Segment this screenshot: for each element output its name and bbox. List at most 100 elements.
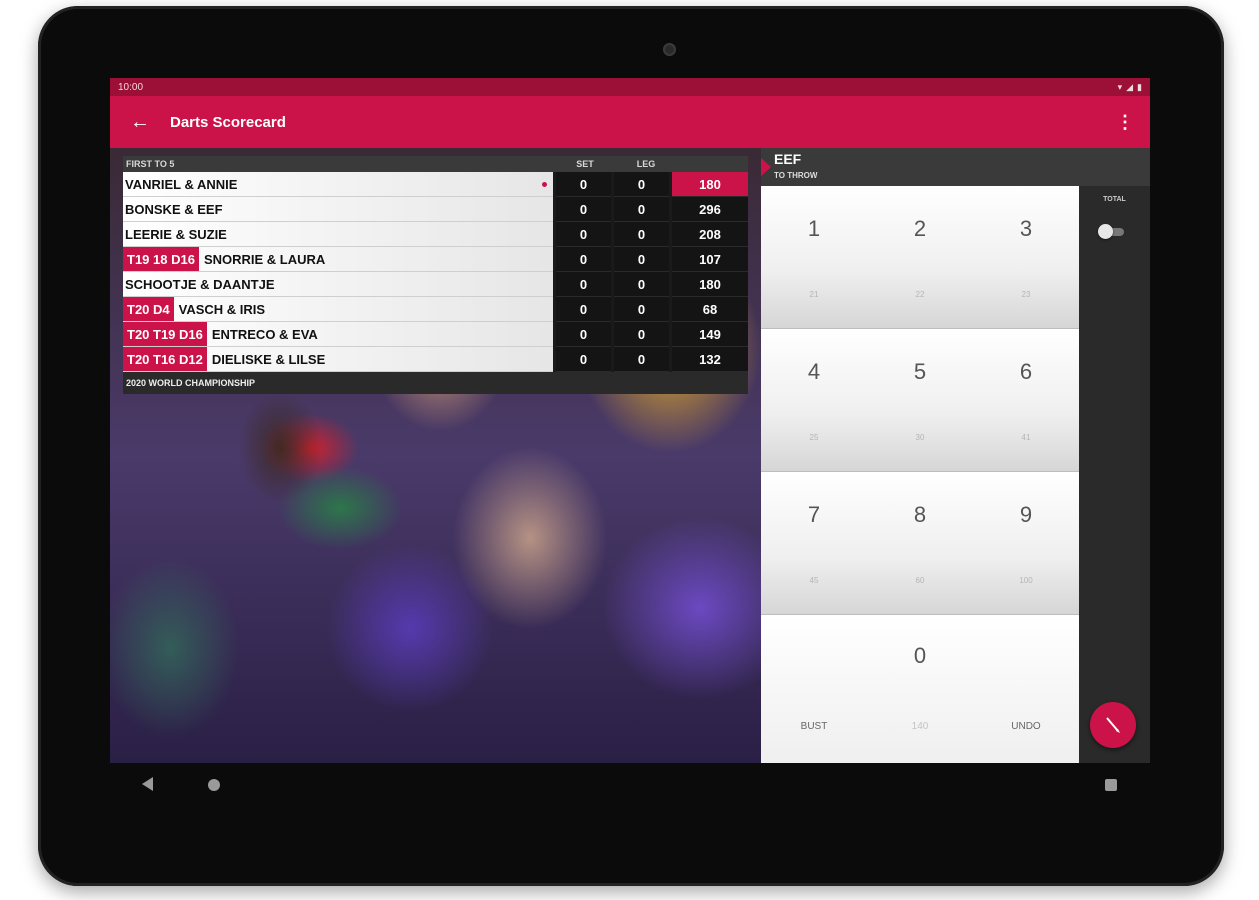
key-alt-number: 41 (1021, 433, 1031, 442)
status-icons: ▾ ◢ ▮ (1118, 82, 1142, 93)
key-alt-number: 45 (809, 576, 819, 585)
player-row[interactable]: VANRIEL & ANNIE 0 0 180 (123, 172, 748, 197)
nav-back-icon[interactable] (142, 777, 153, 791)
key-number: 7 (807, 502, 821, 527)
player-name: VASCH & IRIS (178, 301, 266, 317)
arrow-left-icon[interactable]: ← (110, 111, 170, 134)
player-row[interactable]: T20 D4 VASCH & IRIS 0 0 68 (123, 297, 748, 322)
key-alt-number: 25 (809, 433, 819, 442)
key-alt-number: 60 (915, 576, 925, 585)
key-alt-number: 100 (1019, 576, 1033, 585)
player-name: ENTRECO & EVA (211, 326, 318, 342)
player-row[interactable]: SCHOOTJE & DAANTJE 0 0 180 (123, 272, 748, 297)
player-row[interactable]: BONSKE & EEF 0 0 296 (123, 197, 748, 222)
player-score: 149 (672, 322, 748, 347)
key-number: 9 (1019, 502, 1033, 527)
app-bar: ← Darts Scorecard ⋮ (110, 96, 1150, 148)
checkout-hint: T20 D4 (123, 297, 174, 321)
signal-icon: ◢ (1126, 81, 1134, 92)
player-name: SNORRIE & LAURA (203, 251, 326, 267)
status-time: 10:00 (118, 81, 144, 93)
leg-column-header: LEG (636, 159, 656, 169)
checkout-hint: T19 18 D16 (123, 247, 199, 271)
keypad-sidebar: TOTAL (1079, 186, 1150, 763)
player-name: BONSKE & EEF (125, 201, 223, 217)
key-1[interactable]: 1 21 (761, 186, 867, 328)
player-row[interactable]: T20 T16 D12 DIELISKE & LILSE 0 0 132 (123, 347, 748, 372)
key-0[interactable]: 0 (761, 643, 1079, 669)
system-nav-bar (110, 763, 1150, 811)
key-140[interactable]: 140 (867, 721, 973, 732)
key-7[interactable]: 7 45 (761, 472, 867, 614)
player-score: 180 (672, 172, 748, 197)
player-leg: 0 (614, 197, 669, 222)
player-name-cell: SCHOOTJE & DAANTJE (123, 272, 553, 297)
status-bar: 10:00 ▾ ◢ ▮ (110, 78, 1150, 96)
player-score: 68 (672, 297, 748, 322)
player-leg: 0 (614, 347, 669, 372)
player-set: 0 (556, 347, 611, 372)
key-8[interactable]: 8 60 (867, 472, 973, 614)
toggle-thumb (1098, 224, 1113, 239)
score-keypad: 1 21 2 22 3 23 4 25 5 30 6 41 7 45 8 60 9 100 0 BUST 140 … (761, 186, 1079, 763)
player-leg: 0 (614, 222, 669, 247)
player-name-cell: LEERIE & SUZIE (123, 222, 553, 247)
key-2[interactable]: 2 22 (867, 186, 973, 328)
key-3[interactable]: 3 23 (973, 186, 1079, 328)
player-leg: 0 (614, 247, 669, 272)
first-to-label: FIRST TO 5 (126, 159, 175, 169)
player-row[interactable]: LEERIE & SUZIE 0 0 208 (123, 222, 748, 247)
undo-button[interactable]: UNDO (973, 721, 1079, 732)
player-set: 0 (556, 247, 611, 272)
set-column-header: SET (576, 159, 594, 169)
player-row[interactable]: T19 18 D16 SNORRIE & LAURA 0 0 107 (123, 247, 748, 272)
player-name: SCHOOTJE & DAANTJE (125, 276, 275, 292)
checkout-hint: T20 T16 D12 (123, 347, 207, 371)
player-score: 132 (672, 347, 748, 372)
key-number: 3 (1019, 216, 1033, 241)
nav-recents-icon[interactable] (1105, 779, 1117, 791)
key-number: 6 (1019, 359, 1033, 384)
scoreboard-header: FIRST TO 5 SET LEG (123, 156, 748, 172)
bust-button[interactable]: BUST (761, 721, 867, 732)
player-name: DIELISKE & LILSE (211, 351, 326, 367)
key-number: 5 (913, 359, 927, 384)
key-number: 8 (913, 502, 927, 527)
key-alt-number: 21 (809, 290, 819, 299)
key-9[interactable]: 9 100 (973, 472, 1079, 614)
dart-throw-button[interactable] (1090, 702, 1136, 748)
key-5[interactable]: 5 30 (867, 329, 973, 471)
player-set: 0 (556, 172, 611, 197)
player-name: LEERIE & SUZIE (125, 226, 227, 242)
player-set: 0 (556, 197, 611, 222)
total-label: TOTAL (1103, 196, 1126, 203)
thrower-name: EEF (774, 151, 802, 167)
player-score: 107 (672, 247, 748, 272)
keypad-row: 1 21 2 22 3 23 (761, 186, 1079, 329)
player-name-cell: T20 T19 D16 ENTRECO & EVA (123, 322, 553, 347)
thrower-indicator-icon (761, 158, 771, 176)
player-row[interactable]: T20 T19 D16 ENTRECO & EVA 0 0 149 (123, 322, 748, 347)
key-6[interactable]: 6 41 (973, 329, 1079, 471)
keypad-row: 7 45 8 60 9 100 (761, 472, 1079, 615)
app-title: Darts Scorecard (170, 113, 286, 131)
key-number: 1 (807, 216, 821, 241)
total-toggle[interactable] (1098, 224, 1124, 239)
more-vert-icon[interactable]: ⋮ (1100, 112, 1150, 133)
key-number: 4 (807, 359, 821, 384)
player-name-cell: T20 T16 D12 DIELISKE & LILSE (123, 347, 553, 372)
checkout-hint: T20 T19 D16 (123, 322, 207, 346)
app-screen: 10:00 ▾ ◢ ▮ ← Darts Scorecard ⋮ FIRST TO… (110, 78, 1150, 763)
player-name-cell: T20 D4 VASCH & IRIS (123, 297, 553, 322)
player-score: 180 (672, 272, 748, 297)
player-score: 296 (672, 197, 748, 222)
key-4[interactable]: 4 25 (761, 329, 867, 471)
player-set: 0 (556, 297, 611, 322)
active-player-dot-icon (542, 182, 547, 187)
front-camera (663, 43, 676, 56)
player-leg: 0 (614, 297, 669, 322)
tournament-label: 2020 WORLD CHAMPIONSHIP (123, 372, 748, 394)
nav-home-icon[interactable] (208, 779, 220, 791)
thrower-subtitle: TO THROW (774, 171, 818, 180)
current-thrower: EEF TO THROW (761, 148, 1150, 186)
